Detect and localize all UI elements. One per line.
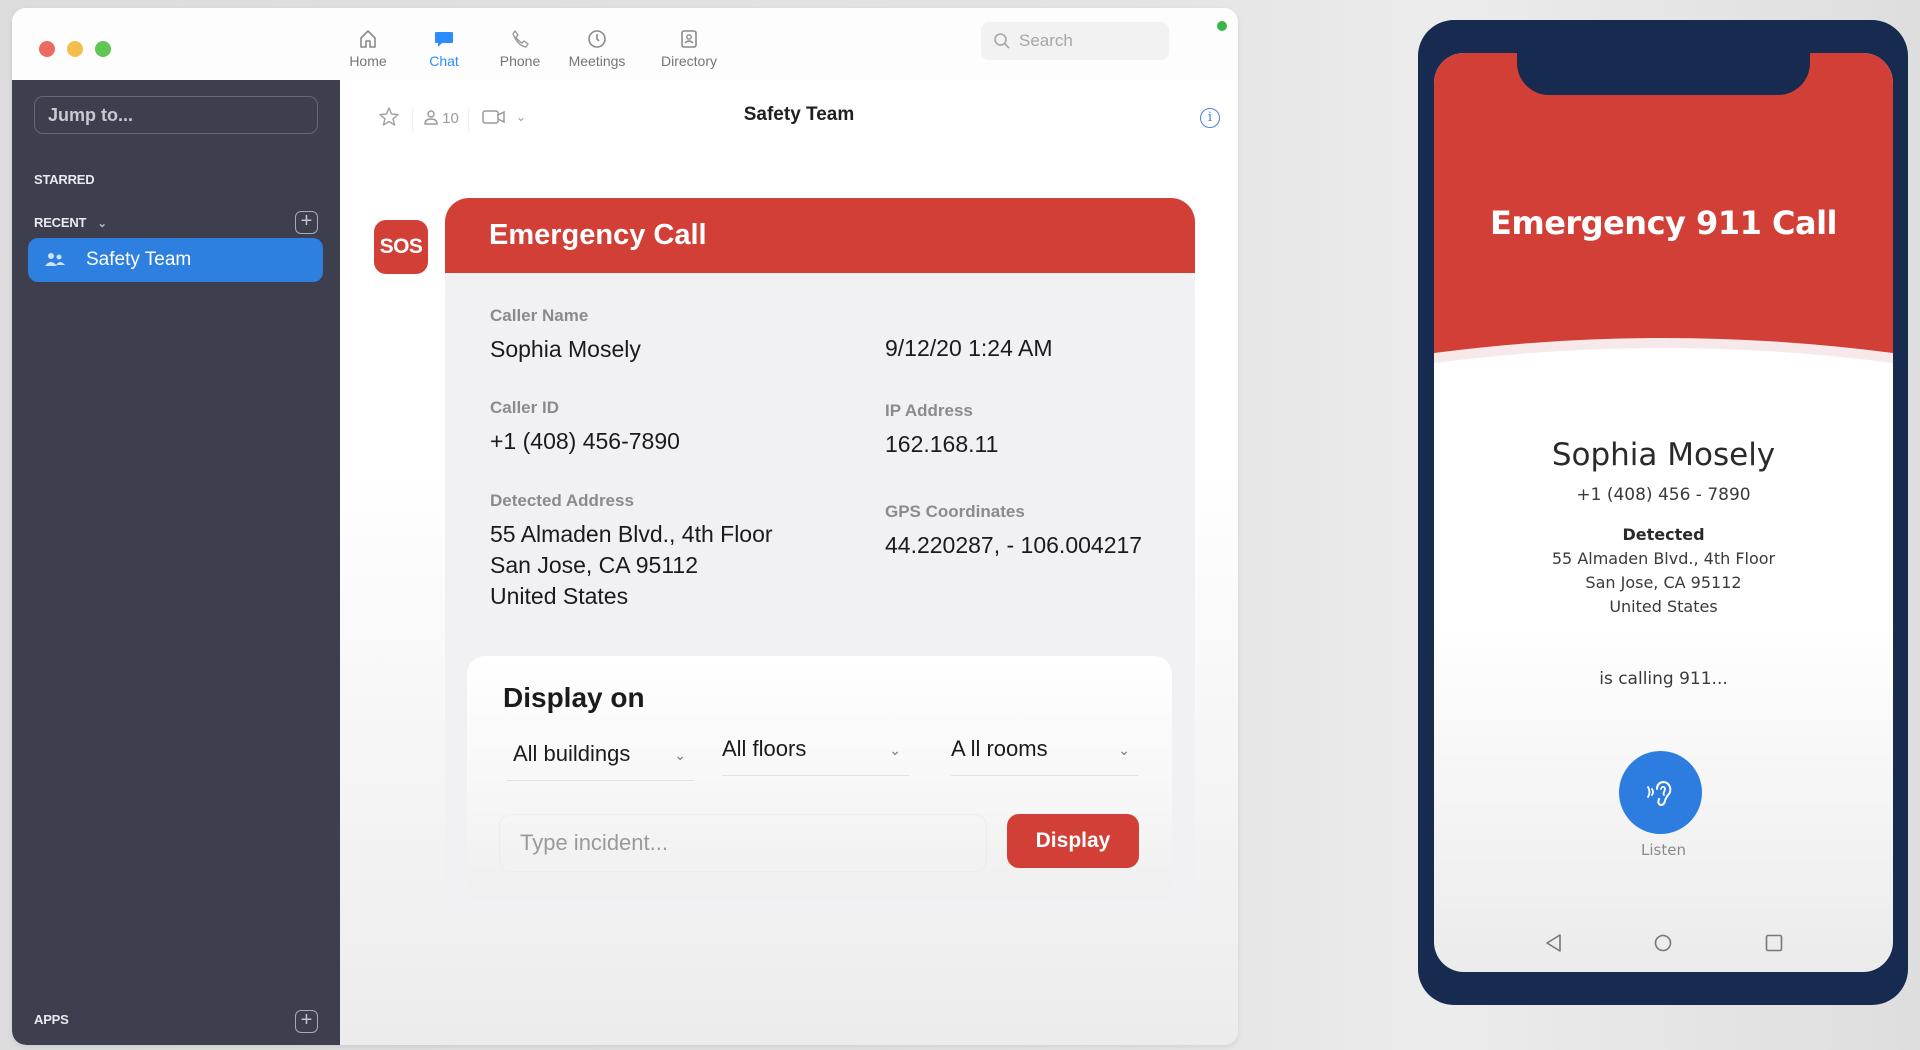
phone-notch xyxy=(1517,53,1810,95)
back-nav-icon[interactable] xyxy=(1544,933,1564,953)
rooms-dropdown[interactable]: A ll rooms ⌄ xyxy=(951,736,1138,776)
close-window-button[interactable] xyxy=(39,41,55,57)
incident-input[interactable] xyxy=(499,814,987,872)
chevron-down-icon: ⌄ xyxy=(1118,742,1130,758)
gps-label: GPS Coordinates xyxy=(885,502,1025,521)
caller-name-value: Sophia Mosely xyxy=(490,336,641,362)
chat-main-area: 10 ⌄ Safety Team i SOS Emergency Call Ca… xyxy=(340,80,1238,1045)
chevron-down-icon: ⌄ xyxy=(97,218,107,230)
add-app-button[interactable]: + xyxy=(295,1010,318,1033)
title-bar: Home Chat Phone Meetings Directory Searc… xyxy=(12,8,1238,80)
sos-badge: SOS xyxy=(374,220,428,274)
apps-section-label: APPS xyxy=(34,1012,69,1027)
address-line-3: United States xyxy=(490,583,629,609)
search-placeholder: Search xyxy=(1019,31,1073,50)
caller-id-label: Caller ID xyxy=(490,398,559,417)
phone-title: Emergency 911 Call xyxy=(1490,204,1838,242)
tab-meetings-label: Meetings xyxy=(568,53,626,69)
phone-caller-name: Sophia Mosely xyxy=(1551,437,1776,473)
phone-address-line-3: United States xyxy=(1609,597,1718,616)
display-on-title: Display on xyxy=(503,682,645,713)
sidebar-item-safety-team[interactable]: Safety Team xyxy=(28,238,323,282)
tab-home-label: Home xyxy=(349,53,387,69)
home-icon xyxy=(360,30,376,48)
presence-status-dot xyxy=(1217,21,1227,31)
tab-directory-label: Directory xyxy=(660,53,717,69)
chat-title: Safety Team xyxy=(743,104,855,125)
clock-icon xyxy=(588,30,606,48)
group-icon xyxy=(45,253,65,266)
recents-nav-icon[interactable] xyxy=(1764,933,1784,953)
sidebar: STARRED RECENT ⌄ + Safety Team APPS + xyxy=(12,80,340,1045)
minimize-window-button[interactable] xyxy=(67,41,83,57)
call-timestamp: 9/12/20 1:24 AM xyxy=(885,335,1053,361)
home-nav-icon[interactable] xyxy=(1653,933,1673,953)
caller-name-label: Caller Name xyxy=(490,306,589,325)
phone-address: 55 Almaden Blvd., 4th Floor San Jose, CA… xyxy=(1434,547,1893,619)
ip-address-label: IP Address xyxy=(885,401,973,420)
phone-caller-number: +1 (408) 456 - 7890 xyxy=(1576,485,1751,505)
recent-section-label: RECENT xyxy=(34,215,87,230)
starred-section-label: STARRED xyxy=(34,172,95,187)
detected-address-label: Detected Address xyxy=(490,491,634,510)
phone-mockup: Emergency 911 Call Sophia Mosely +1 (408… xyxy=(1418,20,1908,1005)
display-button[interactable]: Display xyxy=(1007,814,1139,868)
add-recent-button[interactable]: + xyxy=(295,211,318,234)
listen-label: Listen xyxy=(1641,841,1686,859)
contact-card-icon xyxy=(681,30,697,48)
ear-listen-icon xyxy=(1646,780,1671,806)
card-title: Emergency Call xyxy=(445,198,1195,273)
gps-value: 44.220287, - 106.004217 xyxy=(885,532,1143,558)
header-curve xyxy=(1434,338,1893,413)
chat-icon xyxy=(435,32,453,47)
phone-call-status: is calling 911... xyxy=(1599,669,1728,689)
search-icon xyxy=(994,33,1010,49)
maximize-window-button[interactable] xyxy=(95,41,111,57)
phone-icon xyxy=(512,30,529,48)
detected-address-field: Detected Address 55 Almaden Blvd., 4th F… xyxy=(490,491,773,612)
ip-address-field: IP Address 162.168.11 xyxy=(885,401,998,460)
floors-selected: All floors xyxy=(722,736,807,761)
tab-chat-label: Chat xyxy=(429,53,459,69)
address-line-2: San Jose, CA 95112 xyxy=(490,552,698,578)
timestamp-field: 9/12/20 1:24 AM xyxy=(885,333,1053,364)
phone-screen: Emergency 911 Call Sophia Mosely +1 (408… xyxy=(1434,53,1893,972)
search-input[interactable]: Search xyxy=(981,22,1169,60)
buildings-dropdown[interactable]: All buildings ⌄ xyxy=(507,741,694,781)
sidebar-item-label: Safety Team xyxy=(86,249,192,270)
buildings-selected: All buildings xyxy=(513,741,631,766)
chat-header: 10 ⌄ Safety Team i xyxy=(340,80,1238,156)
tab-meetings[interactable]: Meetings xyxy=(557,28,637,69)
address-line-1: 55 Almaden Blvd., 4th Floor xyxy=(490,521,773,547)
tab-chat[interactable]: Chat xyxy=(404,28,484,69)
caller-id-field: Caller ID +1 (408) 456-7890 xyxy=(490,398,680,457)
chevron-down-icon: ⌄ xyxy=(674,747,686,763)
tab-phone-label: Phone xyxy=(499,53,541,69)
rooms-selected: A ll rooms xyxy=(951,736,1048,761)
info-icon[interactable]: i xyxy=(1200,108,1220,128)
zoom-app-window: Home Chat Phone Meetings Directory Searc… xyxy=(12,8,1238,1045)
display-on-panel: Display on All buildings ⌄ All floors ⌄ … xyxy=(467,656,1172,901)
ip-address-value: 162.168.11 xyxy=(885,431,999,457)
jump-to-input[interactable] xyxy=(34,96,318,134)
caller-id-value: +1 (408) 456-7890 xyxy=(490,428,680,454)
phone-address-line-2: San Jose, CA 95112 xyxy=(1585,573,1742,592)
tab-directory[interactable]: Directory xyxy=(649,28,729,69)
phone-address-line-1: 55 Almaden Blvd., 4th Floor xyxy=(1551,549,1776,568)
floors-dropdown[interactable]: All floors ⌄ xyxy=(722,736,909,776)
tab-home[interactable]: Home xyxy=(328,28,408,69)
gps-field: GPS Coordinates 44.220287, - 106.004217 xyxy=(885,502,1142,561)
phone-detected-label: Detected xyxy=(1622,525,1705,544)
caller-name-field: Caller Name Sophia Mosely xyxy=(490,306,641,365)
listen-button[interactable] xyxy=(1619,751,1702,834)
chevron-down-icon: ⌄ xyxy=(889,742,901,758)
tab-phone[interactable]: Phone xyxy=(480,28,560,69)
emergency-call-card: Emergency Call Caller Name Sophia Mosely… xyxy=(445,198,1195,920)
recent-section-toggle[interactable]: RECENT ⌄ xyxy=(34,215,107,230)
